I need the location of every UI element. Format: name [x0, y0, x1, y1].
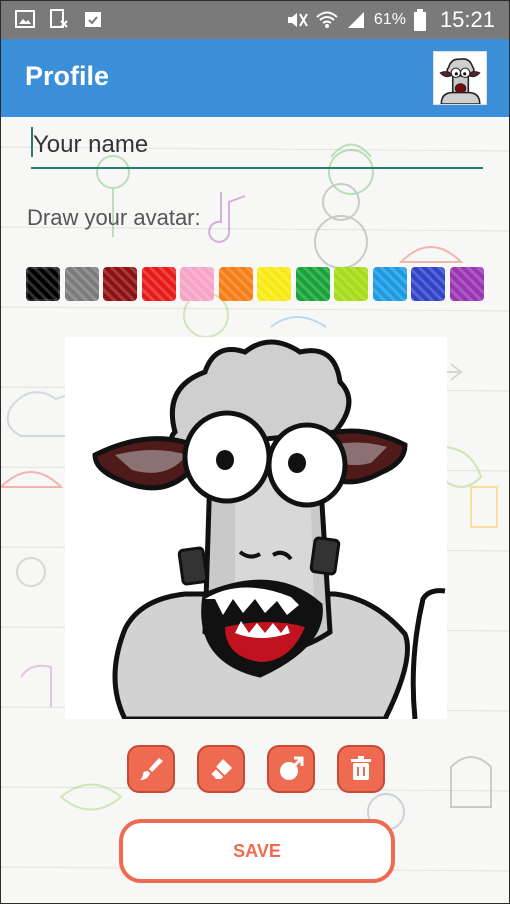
color-swatch[interactable]	[449, 267, 484, 301]
color-swatch[interactable]	[26, 267, 60, 301]
color-palette	[26, 267, 484, 301]
app-frame: 61% 15:21 Profile Draw your avatar:	[0, 0, 510, 904]
brush-button[interactable]	[127, 745, 175, 793]
blocked-message-icon	[49, 9, 69, 29]
drawing-canvas[interactable]	[65, 337, 447, 722]
app-bar: Profile	[1, 39, 509, 117]
draw-avatar-label: Draw your avatar:	[27, 205, 201, 230]
brush-icon	[140, 758, 163, 780]
color-swatch[interactable]	[257, 267, 291, 301]
color-swatch[interactable]	[411, 267, 445, 301]
page-title: Profile	[25, 61, 110, 91]
color-swatch[interactable]	[103, 267, 137, 301]
signal-icon	[347, 12, 364, 28]
sheep-drawing-icon	[92, 339, 446, 722]
trash-icon	[351, 756, 371, 780]
color-swatch[interactable]	[334, 267, 368, 301]
color-swatch[interactable]	[64, 267, 99, 301]
eraser-icon	[208, 759, 232, 780]
save-button[interactable]: SAVE	[119, 819, 395, 883]
battery-icon	[413, 9, 426, 31]
color-swatch[interactable]	[141, 267, 176, 301]
clipboard-check-icon	[83, 9, 103, 29]
delete-button[interactable]	[337, 745, 385, 793]
notification-icons	[15, 9, 103, 29]
color-swatch[interactable]	[180, 267, 214, 301]
image-import-icon	[280, 756, 304, 780]
gallery-notification-icon	[15, 9, 35, 29]
color-swatch[interactable]	[372, 267, 407, 301]
color-swatch[interactable]	[295, 267, 330, 301]
name-input[interactable]	[31, 123, 483, 169]
mute-icon	[287, 13, 308, 27]
drawing-toolbar	[127, 745, 385, 793]
status-bar: 61% 15:21	[1, 1, 509, 39]
import-image-button[interactable]	[267, 745, 315, 793]
avatar-thumbnail[interactable]	[433, 51, 487, 105]
wifi-icon	[316, 11, 338, 28]
sheep-avatar-thumbnail-icon	[439, 58, 481, 105]
text-cursor	[31, 127, 33, 157]
eraser-button[interactable]	[197, 745, 245, 793]
system-icons: 61% 15:21	[286, 7, 495, 33]
clock: 15:21	[439, 7, 495, 32]
battery-percentage: 61%	[373, 11, 406, 28]
color-swatch[interactable]	[218, 267, 253, 301]
